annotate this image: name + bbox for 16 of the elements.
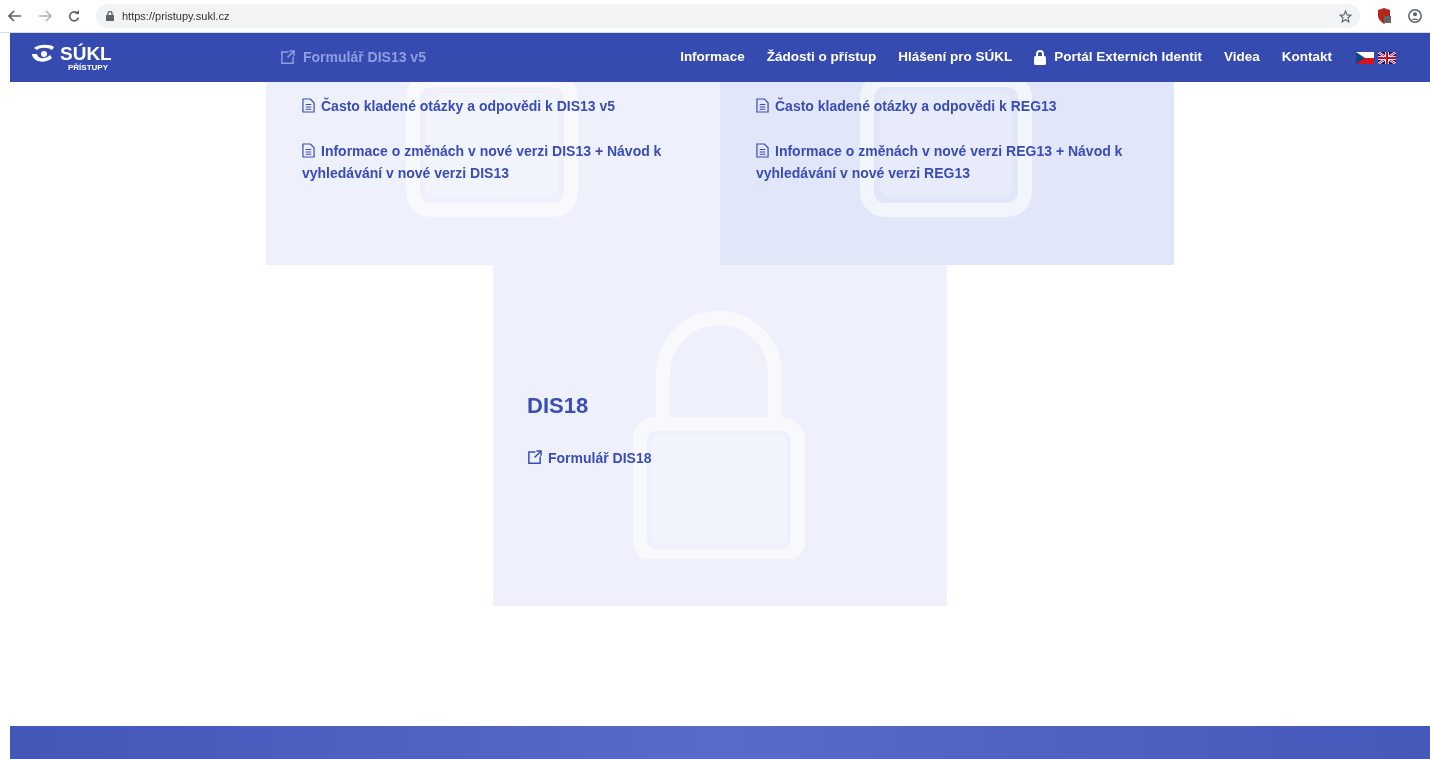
section-title: DIS18 (527, 392, 590, 420)
nav-link[interactable]: Hlášení pro SÚKL (898, 47, 1013, 68)
document-link[interactable]: Formulář DIS18 (527, 447, 652, 469)
logo-subtitle: PŘÍSTUPY (68, 63, 109, 72)
document-link[interactable]: Často kladené otázky a odpovědi k DIS13 v5 (302, 95, 616, 117)
nav-link[interactable]: Informace (680, 47, 745, 68)
document-link[interactable]: Často kladené otázky a odpovědi k REG13 (756, 95, 1057, 117)
nav-link[interactable]: Žádosti o přístup (766, 47, 877, 68)
nav-link[interactable]: Portál Externích Identit (1034, 47, 1202, 68)
logo-text[interactable]: SÚKL (60, 44, 112, 63)
nav-link[interactable]: Videa (1223, 47, 1260, 68)
document-link[interactable]: Informace o změnách v nové verzi REG13 + Návod k vyhledávání v nové verzi REG13 (756, 140, 1138, 184)
nav-link[interactable]: Kontakt (1281, 47, 1332, 68)
document-link[interactable]: Informace o změnách v nové verzi DIS13 + Návod k vyhledávání v nové verzi DIS13 (302, 140, 684, 184)
url-text: https://pristupy.sukl.cz (122, 8, 230, 24)
address-bar[interactable]: https://pristupy.sukl.cz (96, 4, 1360, 28)
